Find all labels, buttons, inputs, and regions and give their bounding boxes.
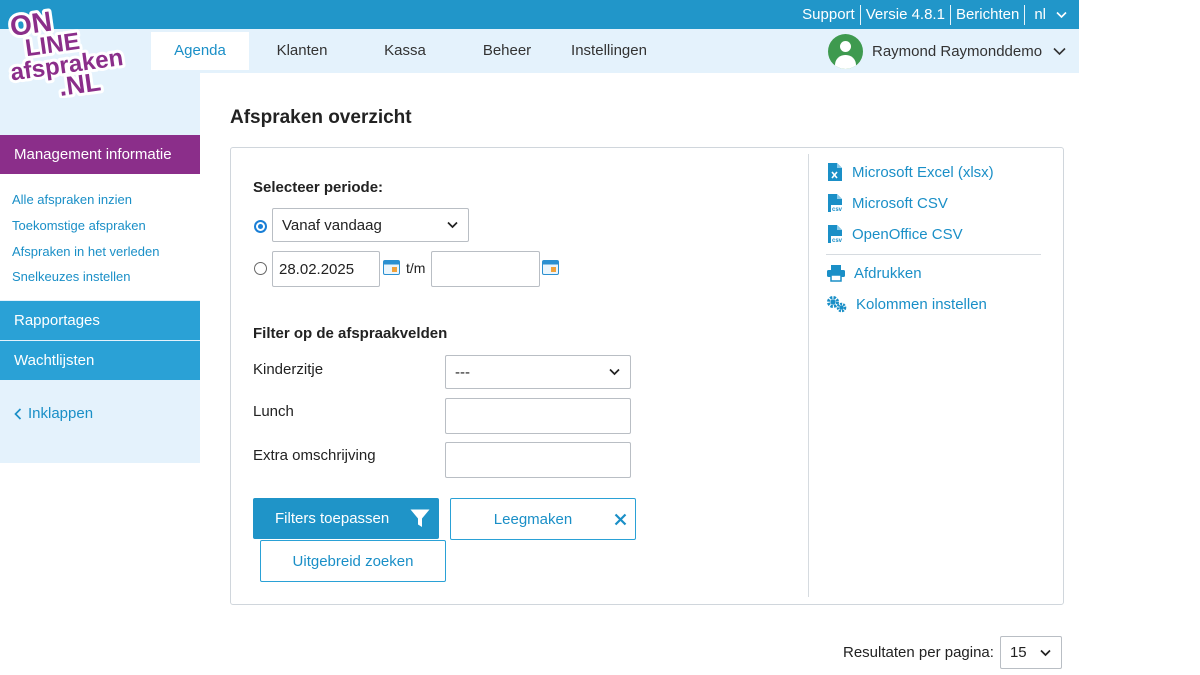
results-per-page-label: Resultaten per pagina: (843, 644, 994, 661)
export-csv-label: Microsoft CSV (852, 194, 948, 212)
chevron-left-icon (14, 407, 22, 420)
export-openoffice-csv-link[interactable]: csv OpenOffice CSV (826, 224, 963, 244)
divider (808, 154, 809, 597)
tab-instellingen[interactable]: Instellingen (562, 32, 656, 70)
export-csv-link[interactable]: csv Microsoft CSV (826, 193, 948, 213)
sidebar-item-rapportages[interactable]: Rapportages (0, 301, 200, 340)
to-label: t/m (406, 260, 426, 276)
sidebar-header-management[interactable]: Management informatie (0, 135, 200, 174)
page-title: Afspraken overzicht (230, 107, 412, 128)
tab-klanten[interactable]: Klanten (258, 32, 346, 70)
online-afspraken-logo[interactable]: ON ON LINE LINE afspraken afspraken .NL … (6, 0, 136, 98)
chevron-down-icon (609, 368, 620, 376)
to-date-input[interactable] (431, 251, 540, 287)
sidebar-item-future-appointments[interactable]: Toekomstige afspraken (12, 218, 146, 233)
user-menu[interactable]: Raymond Raymonddemo (828, 33, 1066, 69)
period-preset-value: Vanaf vandaag (282, 216, 382, 234)
extra-description-input[interactable] (445, 442, 631, 478)
svg-text:csv: csv (832, 207, 843, 213)
filters-heading: Filter op de afspraakvelden (253, 325, 448, 342)
language-selector[interactable]: nl (1025, 6, 1067, 23)
export-excel-label: Microsoft Excel (xlsx) (852, 163, 994, 181)
export-openoffice-csv-label: OpenOffice CSV (852, 225, 963, 243)
results-per-page-value: 15 (1009, 644, 1027, 661)
column-settings-label: Kolommen instellen (856, 295, 987, 313)
messages-link[interactable]: Berichten (951, 6, 1024, 23)
logo-text: .NL (57, 66, 103, 98)
column-settings-link[interactable]: Kolommen instellen (826, 295, 987, 313)
period-preset-select[interactable]: Vanaf vandaag (272, 208, 469, 242)
separator (1024, 4, 1026, 25)
sidebar-item-past-appointments[interactable]: Afspraken in het verleden (12, 244, 159, 259)
calendar-icon[interactable] (383, 260, 400, 275)
field-label-kinderzitje: Kinderzitje (253, 361, 324, 378)
chevron-down-icon (1040, 649, 1051, 656)
filter-panel: Selecteer periode: Vanaf vandaag 28.02.2… (230, 147, 1064, 605)
avatar (828, 33, 863, 69)
language-value: nl (1034, 6, 1046, 23)
advanced-search-button[interactable]: Uitgebreid zoeken (260, 540, 446, 582)
field-label-extra-description: Extra omschrijving (253, 447, 376, 464)
lunch-input[interactable] (445, 398, 631, 434)
printer-icon (827, 265, 845, 282)
period-heading: Selecteer periode: (253, 179, 384, 196)
sidebar-item-all-appointments[interactable]: Alle afspraken inzien (12, 192, 132, 207)
user-name: Raymond Raymonddemo (872, 42, 1043, 60)
tab-kassa[interactable]: Kassa (365, 32, 445, 70)
results-per-page-select[interactable]: 15 (999, 636, 1062, 669)
version-link[interactable]: Versie 4.8.1 (861, 6, 950, 23)
chevron-down-icon (1056, 11, 1067, 18)
from-date-input[interactable]: 28.02.2025 (272, 251, 380, 287)
chevron-down-icon (447, 221, 458, 229)
separator (949, 4, 951, 25)
excel-file-icon (828, 163, 842, 181)
sidebar-item-shortcuts[interactable]: Snelkeuzes instellen (12, 269, 131, 284)
top-bar: Support Versie 4.8.1 Berichten nl (0, 0, 1079, 29)
print-link[interactable]: Afdrukken (826, 264, 922, 282)
period-custom-radio[interactable] (254, 262, 267, 275)
main-nav: Agenda Klanten Kassa Beheer Instellingen… (0, 29, 1079, 73)
kinderzitje-value: --- (455, 363, 470, 381)
calendar-icon[interactable] (542, 260, 559, 275)
results-per-page: Resultaten per pagina: 15 (843, 636, 1062, 669)
close-icon (614, 513, 627, 526)
period-preset-radio[interactable] (254, 220, 267, 233)
apply-filters-label: Filters toepassen (275, 510, 390, 527)
clear-label: Leegmaken (493, 510, 573, 528)
apply-filters-button[interactable]: Filters toepassen (253, 498, 439, 539)
sidebar-submenu: Alle afspraken inzien Toekomstige afspra… (0, 174, 200, 300)
field-label-lunch: Lunch (253, 403, 294, 420)
divider (826, 254, 1041, 255)
collapse-label: Inklappen (28, 405, 94, 422)
chevron-down-icon (1053, 47, 1066, 55)
collapse-sidebar-button[interactable]: Inklappen (14, 405, 93, 422)
sidebar: Management informatie Alle afspraken inz… (0, 73, 200, 463)
kinderzitje-select[interactable]: --- (445, 355, 631, 389)
tab-beheer[interactable]: Beheer (468, 32, 546, 70)
clear-button[interactable]: Leegmaken (450, 498, 636, 540)
from-date-value: 28.02.2025 (279, 260, 355, 278)
export-excel-link[interactable]: Microsoft Excel (xlsx) (826, 162, 994, 182)
sidebar-item-wachtlijsten[interactable]: Wachtlijsten (0, 341, 200, 380)
csv-file-icon: csv (828, 194, 844, 213)
svg-text:csv: csv (832, 238, 843, 244)
gears-icon (827, 296, 847, 313)
filter-icon (410, 509, 430, 527)
support-link[interactable]: Support (797, 6, 860, 23)
top-bar-links: Support Versie 4.8.1 Berichten nl (797, 0, 1067, 29)
csv-file-icon: csv (828, 225, 844, 244)
separator (859, 4, 861, 25)
print-label: Afdrukken (854, 264, 922, 282)
tab-agenda[interactable]: Agenda (151, 32, 249, 70)
